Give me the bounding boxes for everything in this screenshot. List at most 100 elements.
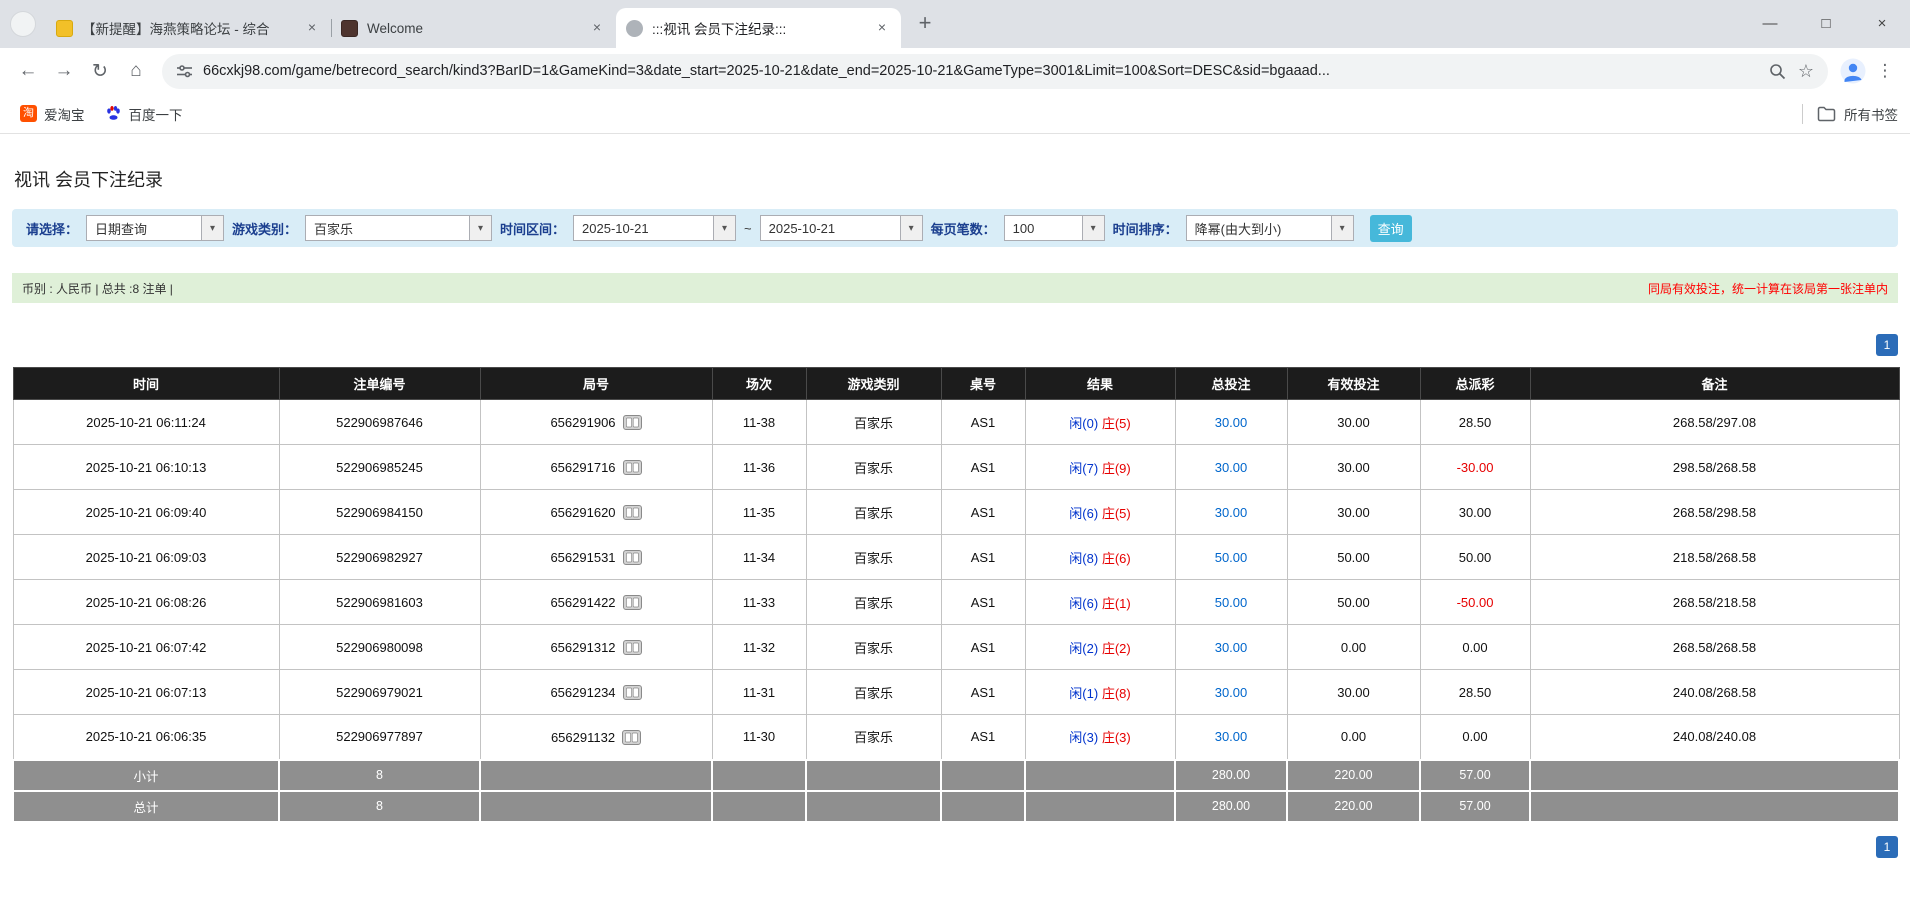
refresh-button[interactable]: ↻ <box>82 53 118 89</box>
view-cards-icon[interactable] <box>622 729 642 745</box>
chevron-down-icon[interactable]: ▾ <box>1330 216 1353 240</box>
bet-time: 2025-10-21 06:08:26 <box>12 579 280 625</box>
view-cards-icon[interactable] <box>622 595 642 611</box>
taobao-icon: 淘 <box>20 105 37 122</box>
sort-order-value: 降幂(由大到小) <box>1194 221 1282 237</box>
url-bar[interactable]: 66cxkj98.com/game/betrecord_search/kind3… <box>162 53 1828 89</box>
total-cell: 280.00 <box>1174 789 1288 823</box>
sort-order-select[interactable]: 降幂(由大到小) ▾ <box>1185 215 1354 241</box>
forward-button[interactable]: → <box>46 53 82 89</box>
all-bookmarks-button[interactable]: 所有书签 <box>1844 104 1898 124</box>
banker-result: 庄(5) <box>1101 505 1131 521</box>
banker-result: 庄(5) <box>1101 415 1131 431</box>
total-bet-link[interactable]: 50.00 <box>1174 534 1288 580</box>
total-bet-link[interactable]: 30.00 <box>1174 489 1288 535</box>
column-header: 总投注 <box>1174 367 1288 400</box>
note: 240.08/240.08 <box>1529 714 1900 760</box>
search-button[interactable]: 查询 <box>1369 214 1412 242</box>
home-button[interactable]: ⌂ <box>118 53 154 89</box>
bet-id: 522906981603 <box>278 579 481 625</box>
new-tab-button[interactable]: + <box>909 8 941 40</box>
valid-bet: 50.00 <box>1286 579 1421 625</box>
chevron-down-icon[interactable]: ▾ <box>899 216 922 240</box>
profile-avatar-icon[interactable] <box>1836 54 1870 88</box>
game-type: 百家乐 <box>805 714 942 760</box>
result: 闲(0) 庄(5) <box>1024 399 1176 445</box>
player-result: 闲(3) <box>1069 730 1099 746</box>
back-button[interactable]: ← <box>10 53 46 89</box>
tab-search-button[interactable] <box>10 11 36 37</box>
tab-close-icon[interactable]: × <box>873 19 891 37</box>
tab-betrecord[interactable]: :::视讯 会员下注纪录::: × <box>616 8 901 48</box>
bookmark-star-icon[interactable]: ☆ <box>1798 61 1814 82</box>
chevron-down-icon[interactable]: ▾ <box>1081 216 1104 240</box>
maximize-button[interactable]: □ <box>1798 0 1854 48</box>
tab-close-icon[interactable]: × <box>588 19 606 37</box>
bet-record-row: 2025-10-21 06:10:13 522906985245 656291716… <box>12 444 1900 490</box>
game-type: 百家乐 <box>805 534 942 580</box>
browser-menu-icon[interactable]: ⋮ <box>1870 61 1900 81</box>
total-bet-link[interactable]: 30.00 <box>1174 444 1288 490</box>
total-bet-link[interactable]: 30.00 <box>1174 669 1288 715</box>
total-cell: 8 <box>278 789 481 823</box>
bet-id: 522906979021 <box>278 669 481 715</box>
subtotal-cell: 小计 <box>12 758 280 792</box>
tab-close-icon[interactable]: × <box>303 19 321 37</box>
baidu-icon <box>105 105 122 122</box>
per-page-select[interactable]: 100 ▾ <box>1003 215 1105 241</box>
date-start-select[interactable]: 2025-10-21 ▾ <box>573 215 737 241</box>
view-cards-icon[interactable] <box>622 640 642 656</box>
view-cards-icon[interactable] <box>622 460 642 476</box>
player-result: 闲(2) <box>1069 640 1099 656</box>
tab-welcome[interactable]: Welcome × <box>331 8 616 48</box>
query-type-select[interactable]: 日期查询 ▾ <box>86 215 225 241</box>
valid-bet: 30.00 <box>1286 399 1421 445</box>
game-type: 百家乐 <box>805 669 942 715</box>
round-cell: 656291906 <box>479 399 713 445</box>
bet-time: 2025-10-21 06:07:42 <box>12 624 280 670</box>
chevron-down-icon[interactable]: ▾ <box>713 216 736 240</box>
bookmark-baidu[interactable]: 百度一下 <box>97 100 191 128</box>
bet-record-row: 2025-10-21 06:09:03 522906982927 656291531… <box>12 534 1900 580</box>
subtotal-row: 小计 8 280.00 220.00 57.00 <box>12 758 1900 792</box>
bet-id: 522906985245 <box>278 444 481 490</box>
total-bet-link[interactable]: 30.00 <box>1174 399 1288 445</box>
valid-bet: 0.00 <box>1286 714 1421 760</box>
close-window-button[interactable]: × <box>1854 0 1910 48</box>
bet-time: 2025-10-21 06:09:40 <box>12 489 280 535</box>
chevron-down-icon[interactable]: ▾ <box>469 216 492 240</box>
banker-result: 庄(1) <box>1101 595 1131 611</box>
page-1-button[interactable]: 1 <box>1876 334 1898 356</box>
round-cell: 656291531 <box>479 534 713 580</box>
chevron-down-icon[interactable]: ▾ <box>201 216 224 240</box>
view-cards-icon[interactable] <box>622 550 642 566</box>
date-range-label: 时间区间： <box>500 221 566 237</box>
date-end-value: 2025-10-21 <box>768 220 836 236</box>
view-cards-icon[interactable] <box>622 415 642 431</box>
session: 11-31 <box>711 669 807 715</box>
tab-title: :::视讯 会员下注纪录::: <box>652 22 787 37</box>
bookmark-taobao[interactable]: 淘 爱淘宝 <box>12 100 93 128</box>
page-1-button[interactable]: 1 <box>1876 835 1898 858</box>
site-settings-icon[interactable] <box>176 63 193 80</box>
date-end-select[interactable]: 2025-10-21 ▾ <box>759 215 923 241</box>
tab-forum[interactable]: 【新提醒】海燕策略论坛 - 综合 × <box>46 8 331 48</box>
total-bet-link[interactable]: 30.00 <box>1174 714 1288 760</box>
column-header: 有效投注 <box>1286 367 1421 400</box>
url-text[interactable]: 66cxkj98.com/game/betrecord_search/kind3… <box>203 63 1757 79</box>
bet-time: 2025-10-21 06:11:24 <box>12 399 280 445</box>
view-cards-icon[interactable] <box>622 505 642 521</box>
bookmark-label: 百度一下 <box>128 107 183 123</box>
zoom-icon[interactable] <box>1769 63 1786 80</box>
view-cards-icon[interactable] <box>622 685 642 701</box>
game-type: 百家乐 <box>805 579 942 625</box>
bookmarks-bar: 淘 爱淘宝 百度一下 所有书签 <box>0 94 1910 134</box>
banker-result: 庄(3) <box>1101 730 1131 746</box>
total-bet-link[interactable]: 30.00 <box>1174 624 1288 670</box>
round-cell: 656291312 <box>479 624 713 670</box>
total-bet-link[interactable]: 50.00 <box>1174 579 1288 625</box>
game-type-select[interactable]: 百家乐 ▾ <box>305 215 493 241</box>
session: 11-33 <box>711 579 807 625</box>
table-number: AS1 <box>940 624 1026 670</box>
minimize-button[interactable]: — <box>1742 0 1798 48</box>
